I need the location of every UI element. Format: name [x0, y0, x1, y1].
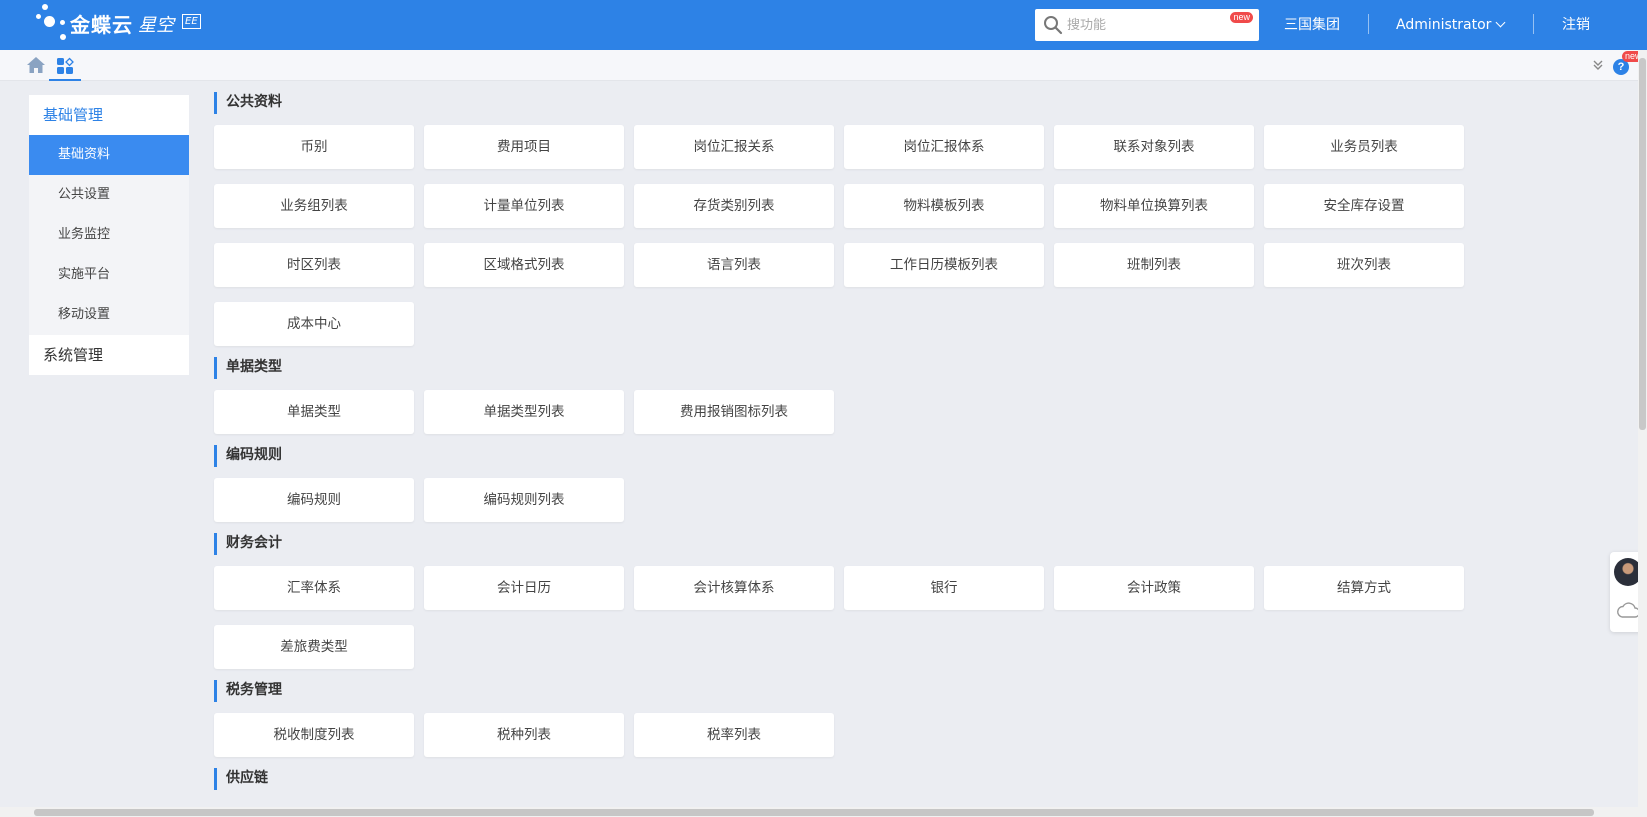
- logo-dot: [44, 16, 55, 27]
- logout-link[interactable]: 注销: [1562, 0, 1590, 50]
- vertical-scrollbar[interactable]: [1638, 50, 1647, 817]
- tile-grid: 币别 费用项目 岗位汇报关系 岗位汇报体系 联系对象列表 业务员列表 业务组列表…: [214, 125, 1484, 346]
- section-title: 财务会计: [214, 533, 1474, 555]
- logo[interactable]: 金蝶云 星空 EE: [36, 0, 226, 50]
- scroll-thumb[interactable]: [34, 809, 1594, 816]
- tile-shift-list[interactable]: 班次列表: [1264, 243, 1464, 287]
- top-bar: 金蝶云 星空 EE new 三国集团 Administrator 注销: [0, 0, 1647, 50]
- tile-shift-system-list[interactable]: 班制列表: [1054, 243, 1254, 287]
- tile-material-template-list[interactable]: 物料模板列表: [844, 184, 1044, 228]
- tile-position-report-relation[interactable]: 岗位汇报关系: [634, 125, 834, 169]
- tile-settlement-method[interactable]: 结算方式: [1264, 566, 1464, 610]
- tile-grid: 汇率体系 会计日历 会计核算体系 银行 会计政策 结算方式 差旅费类型: [214, 566, 1484, 669]
- horizontal-scrollbar[interactable]: [0, 807, 1638, 817]
- logo-dot: [36, 14, 41, 19]
- sidebar-item-public-settings[interactable]: 公共设置: [29, 175, 189, 215]
- sidebar-item-business-monitoring[interactable]: 业务监控: [29, 215, 189, 255]
- tile-business-group-list[interactable]: 业务组列表: [214, 184, 414, 228]
- tile-unit-conversion-list[interactable]: 物料单位换算列表: [1054, 184, 1254, 228]
- tile-accounting-policy[interactable]: 会计政策: [1054, 566, 1254, 610]
- sidebar-item-mobile-settings[interactable]: 移动设置: [29, 295, 189, 335]
- tile-inventory-category-list[interactable]: 存货类别列表: [634, 184, 834, 228]
- org-switcher[interactable]: 三国集团: [1284, 0, 1340, 50]
- sidebar: 基础管理 基础资料 公共设置 业务监控 实施平台 移动设置 系统管理: [29, 95, 189, 375]
- sidebar-item-basic-data[interactable]: 基础资料: [29, 135, 189, 175]
- tile-salesperson-list[interactable]: 业务员列表: [1264, 125, 1464, 169]
- tile-expense-icon-list[interactable]: 费用报销图标列表: [634, 390, 834, 434]
- sidebar-group-basic-management[interactable]: 基础管理: [29, 95, 189, 135]
- section-title: 税务管理: [214, 680, 1474, 702]
- tile-grid: 税收制度列表 税种列表 税率列表: [214, 713, 1484, 757]
- section-title: 供应链: [214, 768, 1474, 790]
- tile-tax-rate-list[interactable]: 税率列表: [634, 713, 834, 757]
- tile-bank[interactable]: 银行: [844, 566, 1044, 610]
- section-title: 编码规则: [214, 445, 1474, 467]
- divider: [1368, 14, 1369, 34]
- logo-dot: [42, 4, 48, 10]
- user-menu[interactable]: Administrator: [1396, 0, 1506, 50]
- tile-expense-item[interactable]: 费用项目: [424, 125, 624, 169]
- tile-currency[interactable]: 币别: [214, 125, 414, 169]
- search-input[interactable]: [1067, 13, 1217, 37]
- tile-cost-center[interactable]: 成本中心: [214, 302, 414, 346]
- tile-tax-system-list[interactable]: 税收制度列表: [214, 713, 414, 757]
- sidebar-submenu: 基础资料 公共设置 业务监控 实施平台 移动设置: [29, 135, 189, 335]
- home-icon[interactable]: [26, 56, 46, 74]
- divider: [1533, 14, 1534, 34]
- tile-tax-type-list[interactable]: 税种列表: [424, 713, 624, 757]
- logo-subtitle: 星空: [138, 15, 174, 36]
- tile-position-report-system[interactable]: 岗位汇报体系: [844, 125, 1044, 169]
- tile-unit-list[interactable]: 计量单位列表: [424, 184, 624, 228]
- tile-exchange-rate-system[interactable]: 汇率体系: [214, 566, 414, 610]
- edition-badge: EE: [182, 14, 201, 29]
- tile-grid: 单据类型 单据类型列表 费用报销图标列表: [214, 390, 1484, 434]
- apps-grid-icon: [57, 57, 74, 74]
- tile-safety-stock-settings[interactable]: 安全库存设置: [1264, 184, 1464, 228]
- tile-language-list[interactable]: 语言列表: [634, 243, 834, 287]
- section-title: 公共资料: [214, 92, 1474, 114]
- tile-coding-rule[interactable]: 编码规则: [214, 478, 414, 522]
- logo-text: 金蝶云: [70, 13, 133, 37]
- tile-timezone-list[interactable]: 时区列表: [214, 243, 414, 287]
- scroll-thumb[interactable]: [1639, 58, 1646, 430]
- chevron-down-icon: [1495, 17, 1506, 28]
- collapse-icon[interactable]: [1591, 58, 1605, 72]
- tile-grid: 编码规则 编码规则列表: [214, 478, 1484, 522]
- tile-accounting-calendar[interactable]: 会计日历: [424, 566, 624, 610]
- tile-work-calendar-template-list[interactable]: 工作日历模板列表: [844, 243, 1044, 287]
- tab-bar: ? new: [0, 50, 1647, 81]
- tile-travel-expense-type[interactable]: 差旅费类型: [214, 625, 414, 669]
- main-content: 公共资料 币别 费用项目 岗位汇报关系 岗位汇报体系 联系对象列表 业务员列表 …: [214, 92, 1474, 790]
- user-name: Administrator: [1396, 17, 1492, 33]
- sidebar-group-system-management[interactable]: 系统管理: [29, 335, 189, 375]
- tab-apps[interactable]: [49, 50, 81, 81]
- new-badge: new: [1230, 12, 1253, 23]
- logo-dot: [60, 20, 65, 25]
- sidebar-item-implementation-platform[interactable]: 实施平台: [29, 255, 189, 295]
- tile-contact-list[interactable]: 联系对象列表: [1054, 125, 1254, 169]
- logo-dot: [60, 34, 66, 40]
- tile-region-format-list[interactable]: 区域格式列表: [424, 243, 624, 287]
- tile-accounting-system[interactable]: 会计核算体系: [634, 566, 834, 610]
- tile-coding-rule-list[interactable]: 编码规则列表: [424, 478, 624, 522]
- function-search[interactable]: new: [1035, 9, 1259, 41]
- tile-bill-type[interactable]: 单据类型: [214, 390, 414, 434]
- tile-bill-type-list[interactable]: 单据类型列表: [424, 390, 624, 434]
- search-icon[interactable]: [1043, 15, 1063, 35]
- section-title: 单据类型: [214, 357, 1474, 379]
